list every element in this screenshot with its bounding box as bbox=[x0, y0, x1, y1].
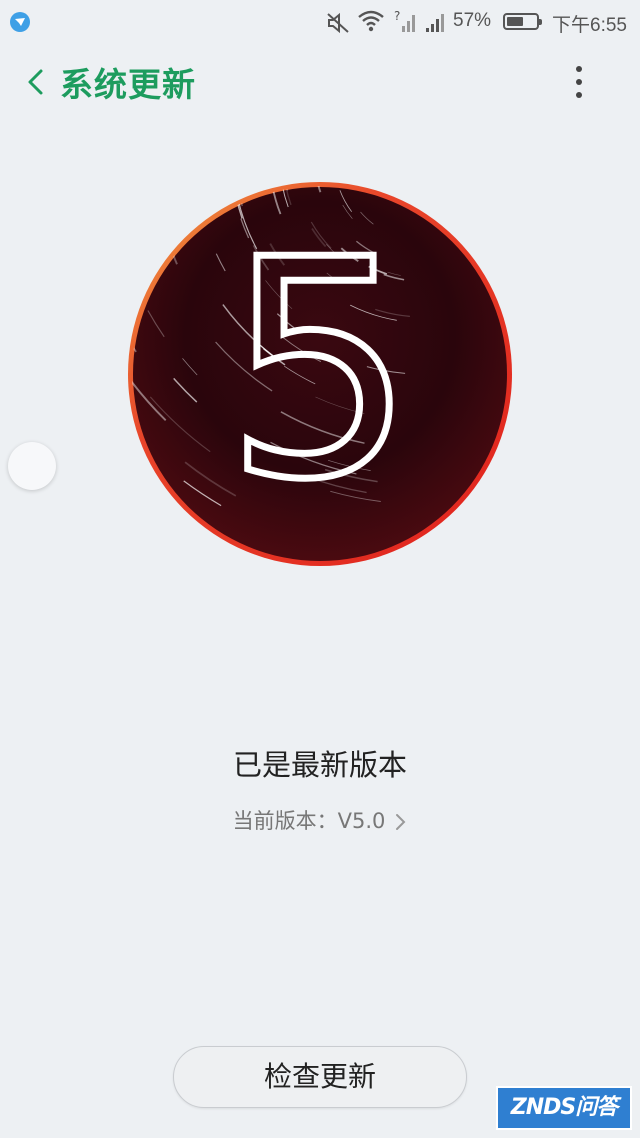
update-status-text: 已是最新版本 bbox=[232, 748, 407, 782]
mute-icon bbox=[327, 12, 349, 34]
version-hero-graphic: 5 bbox=[124, 178, 512, 570]
floating-assist-button[interactable] bbox=[8, 442, 56, 490]
status-bar: ? 57% 下午6:55 bbox=[0, 0, 640, 44]
watermark-logo: ZNDS问答 bbox=[496, 1086, 632, 1130]
battery-icon bbox=[503, 13, 542, 30]
app-header: 系统更新 bbox=[0, 50, 640, 114]
star-trail bbox=[161, 192, 169, 222]
star-trail bbox=[124, 526, 126, 568]
star-trail bbox=[155, 186, 169, 239]
app-notification-icon bbox=[10, 12, 30, 32]
wifi-icon bbox=[358, 10, 384, 32]
current-version-label: 当前版本：V5.0 bbox=[232, 809, 386, 833]
star-trail bbox=[124, 178, 125, 195]
battery-fill bbox=[507, 17, 523, 26]
svg-text:?: ? bbox=[394, 10, 400, 23]
clock: 下午6:55 bbox=[552, 15, 627, 36]
star-trail bbox=[233, 186, 238, 192]
star-trail bbox=[325, 566, 379, 570]
page-title: 系统更新 bbox=[60, 65, 196, 104]
no-sim-signal-icon: ? bbox=[394, 10, 415, 32]
battery-percent: 57% bbox=[453, 10, 492, 31]
cell-signal-icon bbox=[426, 14, 444, 32]
star-trail bbox=[206, 186, 216, 214]
check-update-button[interactable]: 检查更新 bbox=[173, 1046, 467, 1108]
current-version-link[interactable]: 当前版本：V5.0 bbox=[0, 805, 640, 835]
star-trail bbox=[132, 208, 144, 253]
version-digit: 5 bbox=[225, 196, 416, 545]
star-trail bbox=[154, 186, 160, 207]
chevron-left-icon[interactable] bbox=[24, 66, 48, 98]
more-vertical-icon[interactable] bbox=[566, 62, 592, 102]
chevron-right-icon bbox=[396, 814, 406, 830]
